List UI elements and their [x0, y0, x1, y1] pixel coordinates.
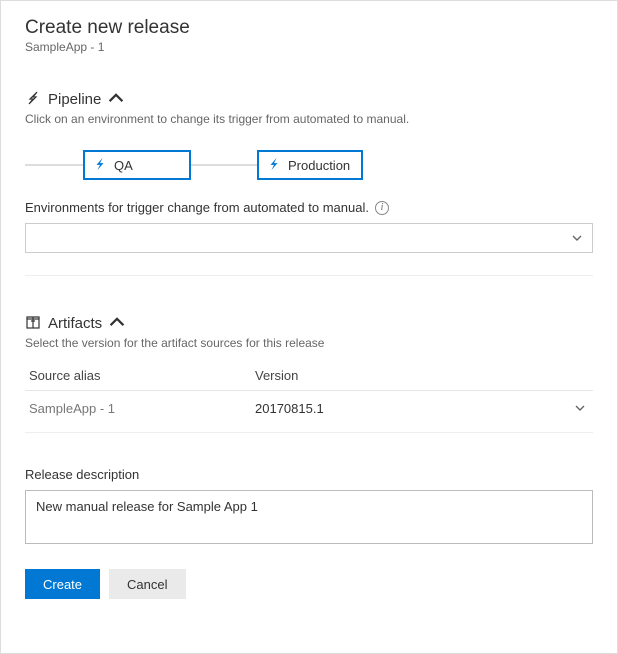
pipeline-icon	[25, 90, 41, 109]
stage-qa[interactable]: QA	[83, 150, 191, 180]
version-dropdown-toggle[interactable]	[575, 401, 593, 416]
environments-label-row: Environments for trigger change from aut…	[25, 200, 593, 215]
column-version: Version	[255, 368, 593, 383]
divider	[25, 275, 593, 276]
stage-production-label: Production	[288, 158, 350, 173]
chevron-up-icon	[109, 314, 125, 333]
automated-trigger-icon	[267, 157, 281, 174]
artifacts-description: Select the version for the artifact sour…	[25, 336, 593, 350]
artifacts-table: Source alias Version SampleApp - 1 20170…	[25, 368, 593, 433]
table-row: SampleApp - 1 20170815.1	[25, 391, 593, 433]
pipeline-section-header[interactable]: Pipeline	[25, 90, 593, 109]
artifacts-icon	[25, 314, 41, 333]
stage-qa-label: QA	[114, 158, 133, 173]
release-description-input[interactable]	[25, 490, 593, 544]
column-source-alias: Source alias	[25, 368, 255, 383]
artifacts-section-header[interactable]: Artifacts	[25, 314, 593, 333]
pipeline-description: Click on an environment to change its tr…	[25, 112, 593, 126]
artifact-source-value: SampleApp - 1	[25, 401, 255, 416]
automated-trigger-icon	[93, 157, 107, 174]
stage-production[interactable]: Production	[257, 150, 363, 180]
create-release-panel: Create new release SampleApp - 1 Pipelin…	[0, 0, 618, 654]
artifact-version-value: 20170815.1	[255, 401, 575, 416]
pipeline-section-title: Pipeline	[48, 91, 101, 108]
release-description-label: Release description	[25, 467, 593, 482]
table-header: Source alias Version	[25, 368, 593, 391]
chevron-up-icon	[108, 90, 124, 109]
pipeline-connector-start	[25, 164, 83, 166]
create-button[interactable]: Create	[25, 569, 100, 599]
info-icon[interactable]: i	[375, 201, 389, 215]
button-row: Create Cancel	[25, 569, 593, 599]
artifacts-section-title: Artifacts	[48, 315, 102, 332]
cancel-button[interactable]: Cancel	[109, 569, 185, 599]
pipeline-diagram: QA Production	[25, 150, 593, 180]
page-title: Create new release	[25, 17, 593, 39]
environments-label: Environments for trigger change from aut…	[25, 200, 369, 215]
chevron-down-icon	[572, 231, 582, 246]
page-subtitle: SampleApp - 1	[25, 40, 593, 54]
environments-dropdown[interactable]	[25, 223, 593, 253]
pipeline-connector	[191, 164, 257, 166]
